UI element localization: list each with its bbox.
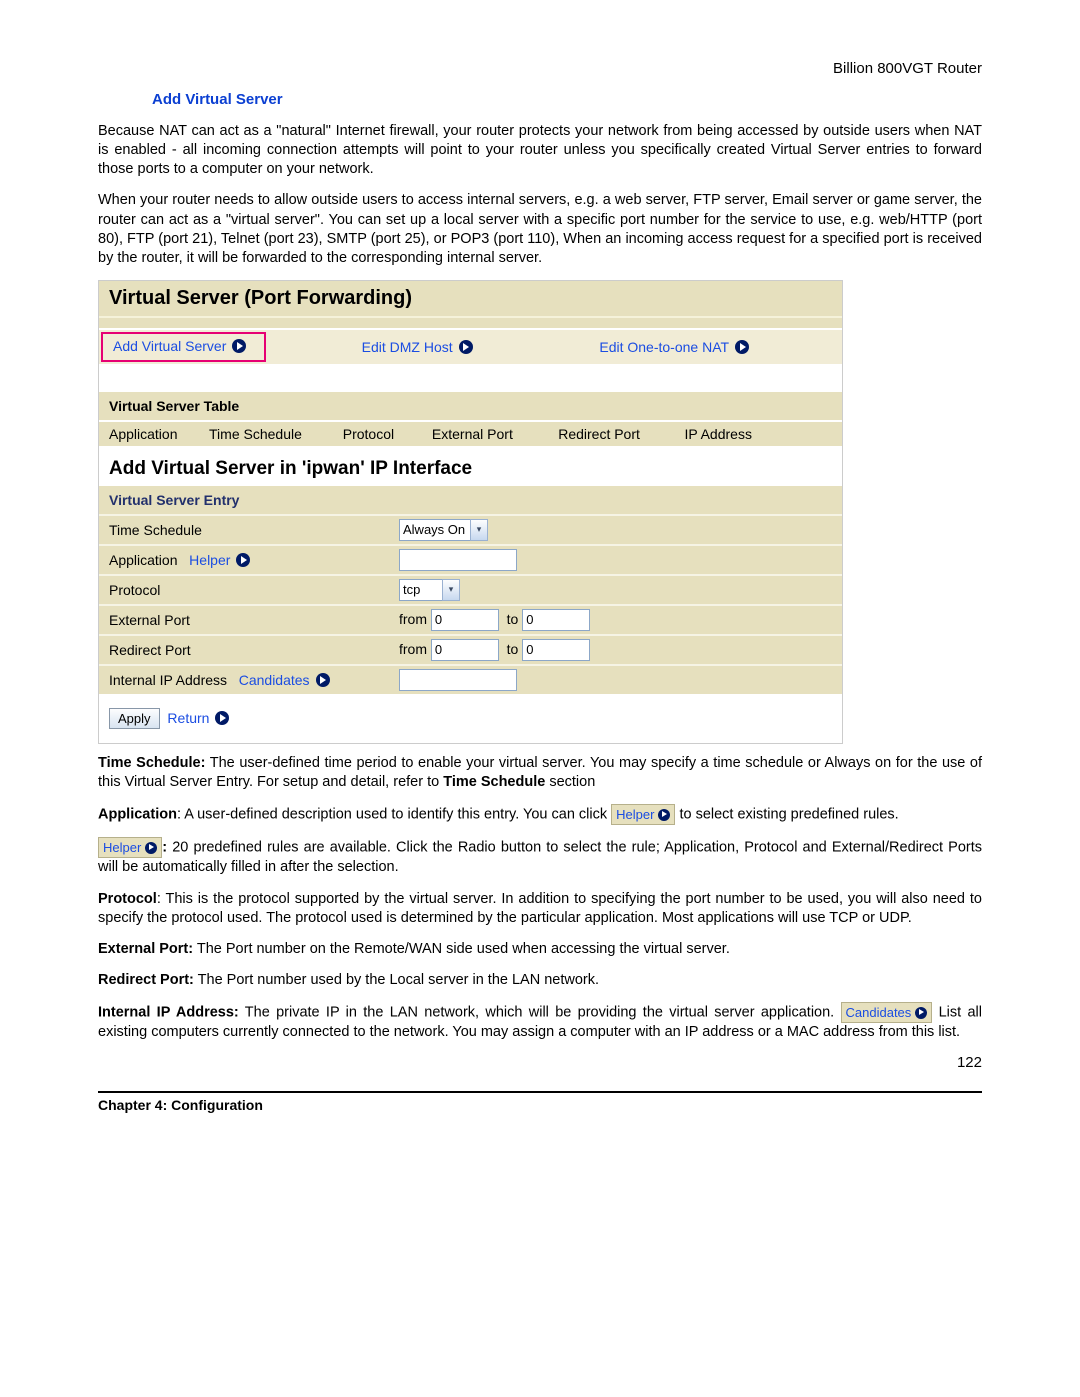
from-label: from: [399, 641, 427, 657]
redirect-port-from[interactable]: [431, 639, 499, 661]
helper-chip[interactable]: Helper: [98, 837, 162, 858]
protocol-label: Protocol: [99, 575, 389, 605]
external-port-from[interactable]: [431, 609, 499, 631]
def-time-schedule: Time Schedule: The user-defined time per…: [98, 754, 982, 792]
select-value: tcp: [399, 579, 443, 601]
select-value: Always On: [399, 519, 471, 541]
menu-label: Edit DMZ Host: [362, 339, 453, 355]
external-port-to[interactable]: [522, 609, 590, 631]
edit-dmz-host-link[interactable]: Edit DMZ Host: [362, 339, 473, 355]
def-helper: Helper: 20 predefined rules are availabl…: [98, 837, 982, 877]
redirect-port-to[interactable]: [522, 639, 590, 661]
redirect-port-label: Redirect Port: [99, 635, 389, 665]
page-number: 122: [98, 1054, 982, 1071]
panel-title: Virtual Server (Port Forwarding): [99, 281, 842, 318]
helper-label: Helper: [189, 552, 230, 568]
col-time-schedule: Time Schedule: [203, 421, 337, 446]
edit-one-to-one-nat-link[interactable]: Edit One-to-one NAT: [599, 339, 749, 355]
virtual-server-entry-title: Virtual Server Entry: [99, 484, 842, 514]
candidates-link[interactable]: Candidates: [239, 672, 330, 688]
col-application: Application: [99, 421, 203, 446]
add-vs-section-title: Add Virtual Server in 'ipwan' IP Interfa…: [99, 446, 842, 484]
time-schedule-label: Time Schedule: [99, 515, 389, 545]
col-ip-address: IP Address: [679, 421, 813, 446]
protocol-select[interactable]: tcp ▾: [399, 579, 460, 601]
play-icon: [735, 340, 749, 354]
to-label: to: [507, 641, 519, 657]
virtual-server-table-title: Virtual Server Table: [99, 390, 842, 420]
from-label: from: [399, 611, 427, 627]
menu-label: Add Virtual Server: [113, 338, 226, 354]
menu-label: Edit One-to-one NAT: [599, 339, 729, 355]
section-title: Add Virtual Server: [152, 91, 982, 108]
router-name: Billion 800VGT Router: [98, 60, 982, 77]
play-icon: [232, 339, 246, 353]
def-application: Application: A user-defined description …: [98, 804, 982, 825]
candidates-label: Candidates: [239, 672, 310, 688]
time-schedule-select[interactable]: Always On ▾: [399, 519, 488, 541]
play-icon: [215, 711, 229, 725]
intro-p2: When your router needs to allow outside …: [98, 191, 982, 268]
def-external-port: External Port: The Port number on the Re…: [98, 940, 982, 959]
chapter-label: Chapter 4: Configuration: [98, 1097, 263, 1113]
to-label: to: [507, 611, 519, 627]
return-link[interactable]: Return: [167, 710, 229, 726]
application-helper-link[interactable]: Helper: [189, 552, 250, 568]
external-port-label: External Port: [99, 605, 389, 635]
play-icon: [915, 1007, 927, 1019]
chevron-down-icon: ▾: [470, 519, 488, 541]
application-input[interactable]: [399, 549, 517, 571]
internal-ip-input[interactable]: [399, 669, 517, 691]
play-icon: [658, 809, 670, 821]
return-label: Return: [167, 710, 209, 726]
def-redirect-port: Redirect Port: The Port number used by t…: [98, 971, 982, 990]
def-protocol: Protocol: This is the protocol supported…: [98, 890, 982, 928]
def-internal-ip: Internal IP Address: The private IP in t…: [98, 1002, 982, 1042]
apply-button[interactable]: Apply: [109, 708, 160, 729]
col-external-port: External Port: [426, 421, 552, 446]
helper-chip[interactable]: Helper: [611, 804, 675, 825]
play-icon: [316, 673, 330, 687]
play-icon: [459, 340, 473, 354]
router-ui-screenshot: Virtual Server (Port Forwarding) Add Vir…: [98, 280, 843, 744]
application-label: Application: [109, 552, 178, 568]
chevron-down-icon: ▾: [442, 579, 460, 601]
internal-ip-label: Internal IP Address: [109, 672, 227, 688]
col-redirect-port: Redirect Port: [552, 421, 678, 446]
add-virtual-server-link[interactable]: Add Virtual Server: [101, 332, 266, 362]
play-icon: [236, 553, 250, 567]
intro-p1: Because NAT can act as a "natural" Inter…: [98, 122, 982, 179]
play-icon: [145, 842, 157, 854]
col-protocol: Protocol: [337, 421, 426, 446]
candidates-chip[interactable]: Candidates: [841, 1002, 933, 1023]
